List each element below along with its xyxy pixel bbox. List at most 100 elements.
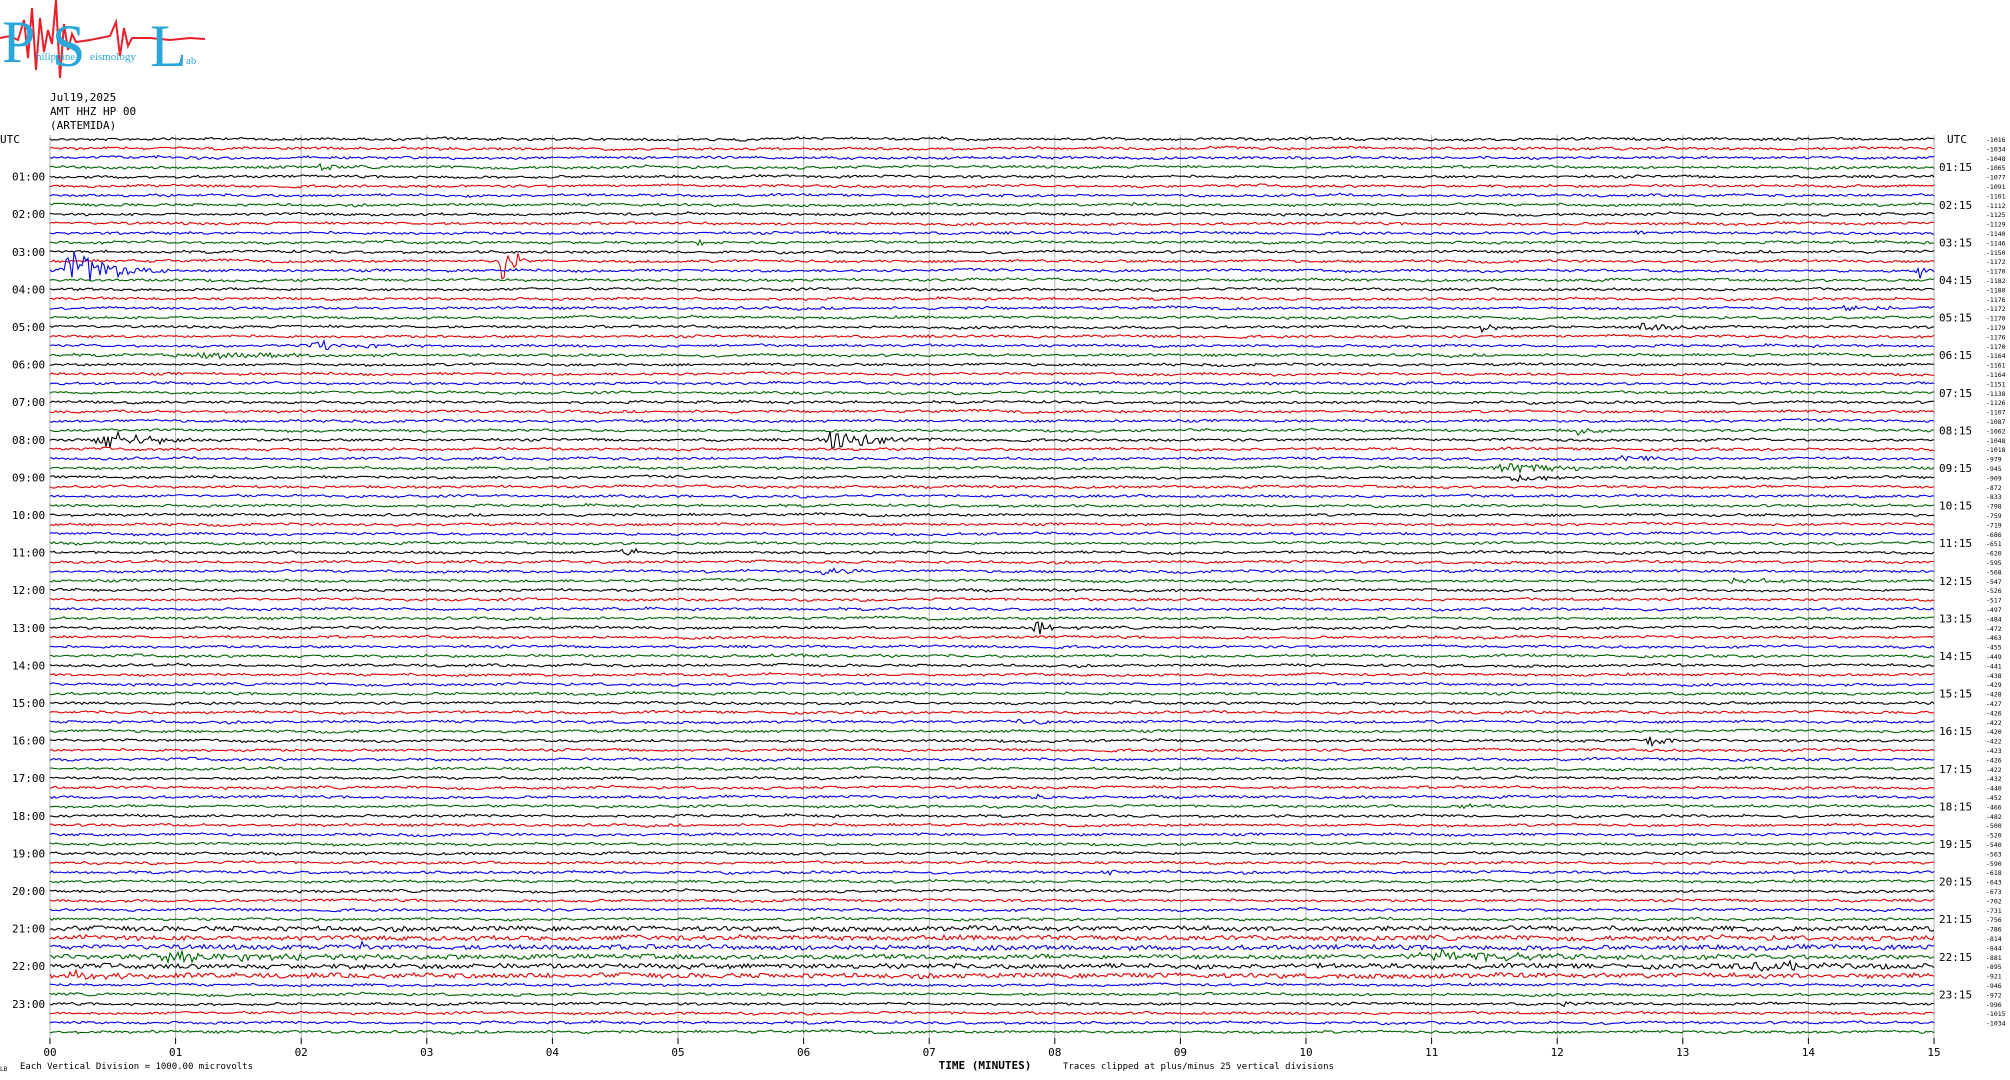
left-hour-label: 19:00: [12, 847, 45, 860]
left-hour-label: 17:00: [12, 772, 45, 785]
left-hour-label: 06:00: [12, 359, 45, 372]
x-tick-label: 12: [1551, 1046, 1564, 1059]
seismic-trace: [50, 1000, 1935, 1008]
seismic-trace: [49, 662, 1935, 668]
seismic-trace: [49, 621, 1935, 635]
seismic-trace: [49, 634, 1935, 640]
trace-offset-label: -719: [1986, 521, 2002, 529]
trace-offset-label: -759: [1986, 512, 2002, 520]
trace-offset-label: -1101: [1986, 192, 2006, 200]
trace-offset-label: -979: [1986, 456, 2002, 464]
right-hour-label: 21:15: [1939, 913, 1972, 926]
seismic-trace: [49, 1029, 1935, 1035]
trace-offset-label: -1034: [1986, 145, 2006, 153]
seismic-trace: [49, 547, 1935, 556]
seismic-trace: [49, 968, 1935, 981]
left-hour-label: 03:00: [12, 246, 45, 259]
trace-offset-label: -786: [1986, 926, 2002, 934]
seismic-trace: [49, 916, 1935, 922]
trace-offset-label: -500: [1986, 822, 2002, 830]
trace-offset-label: -1112: [1986, 202, 2006, 210]
seismic-trace: [49, 700, 1935, 706]
trace-offset-label: -1161: [1986, 362, 2006, 370]
x-tick-label: 01: [169, 1046, 182, 1059]
trace-offset-label: -497: [1986, 606, 2002, 614]
seismic-trace: [49, 211, 1935, 217]
trace-offset-label: -517: [1986, 597, 2002, 605]
seismic-trace: [49, 371, 1935, 377]
trace-offset-label: -1170: [1986, 343, 2006, 351]
seismic-trace: [49, 681, 1935, 687]
seismic-trace: [49, 277, 1935, 283]
trace-offset-label: -1151: [1986, 380, 2006, 388]
seismic-trace: [49, 253, 1935, 280]
seismic-trace: [49, 812, 1935, 819]
trace-offset-label: -547: [1986, 578, 2002, 586]
right-axis-title: UTC: [1947, 133, 1967, 146]
seismic-trace: [50, 690, 1935, 697]
x-tick-label: 05: [671, 1046, 684, 1059]
trace-offset-label: -426: [1986, 756, 2002, 764]
trace-offset-label: -972: [1986, 991, 2002, 999]
seismic-trace: [49, 924, 1935, 933]
seismic-trace: [49, 145, 1935, 152]
seismic-trace: [49, 252, 1935, 282]
seismic-trace: [49, 933, 1935, 942]
helicorder-plot: UTC UTC 01:00 02:00 03:00 04:00 05:00 06:00 07:0…: [0, 133, 2006, 1072]
right-hour-label: 12:15: [1939, 575, 1972, 588]
seismic-trace: [49, 183, 1935, 189]
trace-offset-label: -1140: [1986, 230, 2006, 238]
trace-offset-label: -1182: [1986, 277, 2006, 285]
seismic-trace: [49, 362, 1934, 368]
x-axis-label: TIME (MINUTES): [939, 1059, 1032, 1072]
x-tick-label: 09: [1174, 1046, 1187, 1059]
seismic-trace: [49, 736, 1935, 748]
seismic-trace: [49, 502, 1935, 509]
seismic-trace: [49, 540, 1935, 546]
trace-offset-label: -798: [1986, 503, 2002, 511]
trace-offset-label: -595: [1986, 559, 2002, 567]
seismic-trace: [49, 850, 1935, 857]
seismic-trace: [49, 220, 1935, 227]
seismic-trace: [49, 587, 1935, 593]
right-hour-label: 04:15: [1939, 274, 1972, 287]
left-hour-label: 20:00: [12, 885, 45, 898]
left-hour-label: 22:00: [12, 960, 45, 973]
right-hour-label: 14:15: [1939, 650, 1972, 663]
seismic-trace: [49, 322, 1935, 334]
seismic-trace: [49, 408, 1935, 415]
trace-offset-label: -1048: [1986, 437, 2006, 445]
trace-offset-label: -427: [1986, 700, 2002, 708]
trace-offset-label: -814: [1986, 935, 2002, 943]
seismic-trace: [49, 606, 1935, 612]
seismic-trace: [49, 399, 1935, 405]
right-hour-label: 11:15: [1939, 537, 1972, 550]
seismic-trace: [49, 201, 1935, 208]
scale-note: Each Vertical Division = 1000.00 microvo…: [20, 1062, 253, 1072]
seismic-trace: [49, 831, 1935, 838]
trace-offset-label: -1065: [1986, 164, 2006, 172]
seismic-trace: [49, 390, 1935, 396]
corner-mark: LB: [0, 1066, 8, 1073]
right-hour-label: 03:15: [1939, 236, 1972, 249]
seismic-trace: [49, 802, 1935, 810]
trace-offset-label: -651: [1986, 540, 2002, 548]
left-hour-label: 16:00: [12, 735, 45, 748]
left-hour-label: 15:00: [12, 697, 45, 710]
seismic-trace: [49, 531, 1935, 537]
right-hour-label: 20:15: [1939, 876, 1972, 889]
seismic-trace: [50, 295, 1935, 302]
right-hour-label: 07:15: [1939, 387, 1972, 400]
trace-offset-label: -422: [1986, 766, 2002, 774]
trace-offset-label: -1087: [1986, 418, 2006, 426]
seismic-trace: [49, 765, 1935, 772]
right-hour-label: 02:15: [1939, 199, 1972, 212]
right-hour-label: 09:15: [1939, 462, 1972, 475]
right-hour-label: 06:15: [1939, 349, 1972, 362]
right-hour-label: 15:15: [1939, 688, 1972, 701]
trace-offset-label: -1146: [1986, 239, 2006, 247]
right-hour-label: 13:15: [1939, 612, 1972, 625]
seismic-trace: [49, 446, 1935, 452]
seismic-trace: [50, 775, 1935, 781]
seismic-trace: [49, 728, 1935, 734]
